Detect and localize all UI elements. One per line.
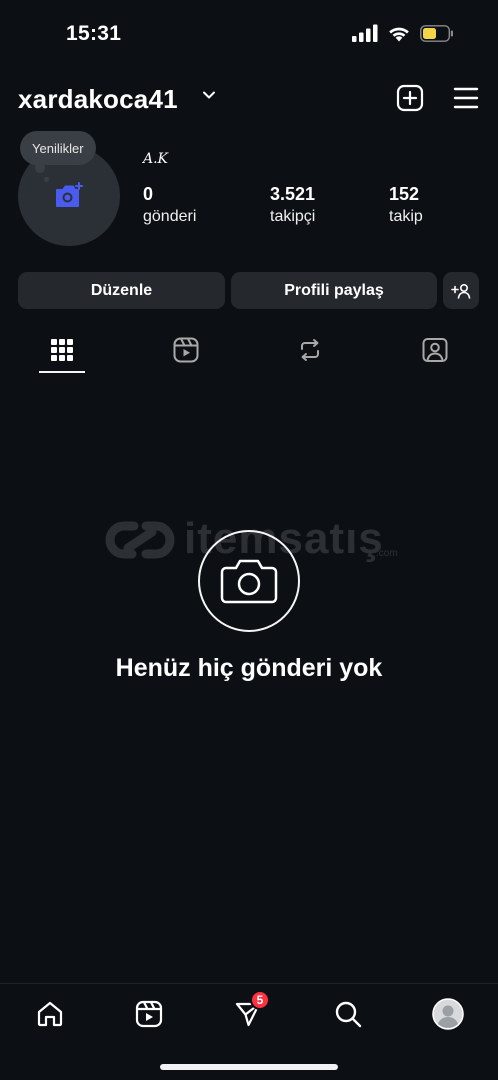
home-indicator[interactable] [160,1064,338,1070]
nav-profile[interactable] [430,996,466,1032]
share-profile-button[interactable]: Profili paylaş [231,272,437,309]
search-icon [335,1001,362,1028]
username-switcher[interactable]: xardakoca41 [18,84,178,115]
home-icon [37,1001,63,1027]
add-person-icon [451,283,471,299]
wifi-icon [389,27,409,41]
notes-bubble-tail-small [44,177,49,182]
watermark-suffix: .com [376,548,398,559]
empty-state-text: Henüz hiç gönderi yok [115,654,383,682]
edit-profile-button[interactable]: Düzenle [18,272,225,309]
reposts-icon [301,339,319,361]
display-name: A.K [143,151,169,167]
stat-following[interactable]: 152 takip [389,184,423,226]
watermark-logo-icon [105,521,175,559]
create-post-icon[interactable] [396,84,424,112]
stat-following-label: takip [389,208,423,225]
stat-followers-count: 3.521 [270,184,316,204]
tab-tagged[interactable] [405,330,465,370]
tab-reels[interactable] [156,330,216,370]
stat-followers-label: takipçi [270,208,316,225]
menu-icon[interactable] [452,84,480,112]
camera-icon [220,559,278,604]
active-tab-indicator [39,371,85,373]
status-bar: 15:31 [0,0,498,60]
stat-posts: 0 gönderi [143,184,196,226]
nav-search[interactable] [330,996,366,1032]
reels-icon [135,1000,163,1028]
tab-reposts[interactable] [280,330,340,370]
profile-header: xardakoca41 [0,78,498,120]
discover-people-button[interactable] [443,272,479,309]
notes-bubble[interactable]: Yenilikler [20,131,96,165]
empty-state-camera [198,530,300,632]
profile-avatar [432,998,464,1030]
tagged-icon [422,338,448,362]
nav-home[interactable] [32,996,68,1032]
tab-grid[interactable] [32,330,92,370]
stat-followers[interactable]: 3.521 takipçi [270,184,315,226]
stat-posts-count: 0 [143,184,154,204]
battery-icon [420,24,453,42]
signal-icon [352,24,378,42]
chevron-down-icon[interactable] [202,88,216,102]
nav-reels[interactable] [131,996,167,1032]
add-photo-camera-icon [56,182,83,207]
grid-icon [51,339,73,361]
status-icons [352,24,454,42]
reels-icon [173,337,199,363]
messages-badge: 5 [250,990,270,1010]
status-time: 15:31 [66,22,122,45]
stat-posts-label: gönderi [143,208,197,225]
profile-tabs [0,330,498,374]
stat-following-count: 152 [389,184,420,204]
